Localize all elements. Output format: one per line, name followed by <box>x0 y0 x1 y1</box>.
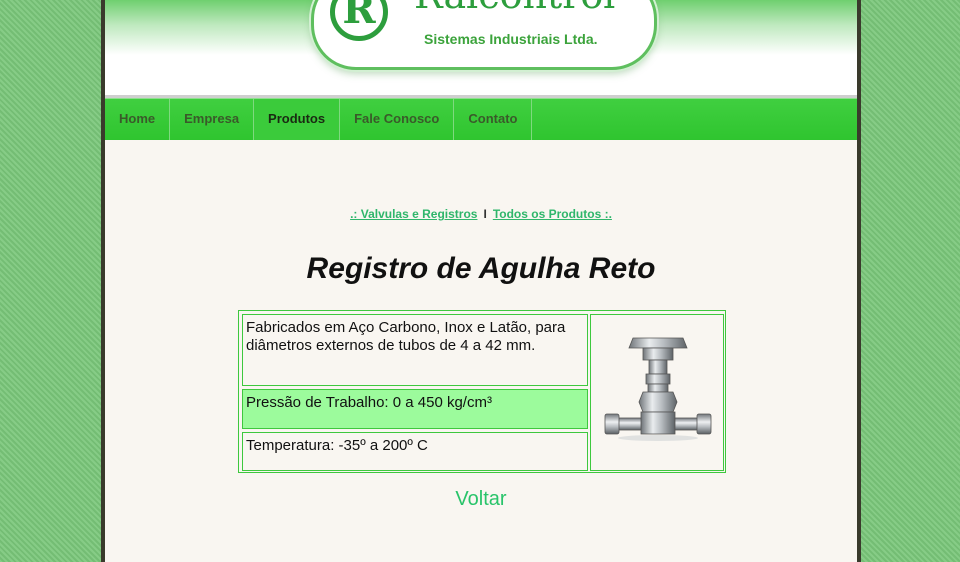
logo-mark-icon: R <box>330 0 388 41</box>
page-title: Registro de Agulha Reto <box>306 252 656 285</box>
breadcrumb-link-valvulas[interactable]: .: Valvulas e Registros <box>350 207 477 221</box>
needle-valve-image <box>604 337 712 441</box>
back-link[interactable]: Voltar <box>105 488 857 511</box>
nav-item-produtos[interactable]: Produtos <box>254 99 341 140</box>
breadcrumb: .: Valvulas e Registros I Todos os Produto… <box>105 207 857 221</box>
nav-item-empresa[interactable]: Empresa <box>170 99 255 140</box>
nav-item-contato[interactable]: Contato <box>454 99 533 140</box>
site-logo[interactable]: R Ralcontrol Sistemas Industriais Ltda. <box>311 0 657 70</box>
nav-item-fale-conosco[interactable]: Fale Conosco <box>340 99 455 140</box>
main-nav: Home Empresa Produtos Fale Conosco Conta… <box>105 98 857 140</box>
brand-tagline: Sistemas Industriais Ltda. <box>424 31 598 47</box>
spec-description: Fabricados em Aço Carbono, Inox e Latão,… <box>242 314 588 386</box>
product-spec-table: Fabricados em Aço Carbono, Inox e Latão,… <box>238 310 726 473</box>
spec-temperature: Temperatura: -35º a 200º C <box>242 432 588 471</box>
breadcrumb-separator: I <box>483 207 487 221</box>
breadcrumb-link-todos-produtos[interactable]: Todos os Produtos :. <box>493 207 612 221</box>
page-container: R Ralcontrol Sistemas Industriais Ltda. … <box>101 0 861 562</box>
spec-pressure: Pressão de Trabalho: 0 a 450 kg/cm³ <box>242 389 588 429</box>
site-header: R Ralcontrol Sistemas Industriais Ltda. <box>105 0 857 95</box>
brand-name: Ralcontrol <box>414 0 615 17</box>
product-image-cell <box>590 314 724 471</box>
nav-item-home[interactable]: Home <box>105 99 171 140</box>
